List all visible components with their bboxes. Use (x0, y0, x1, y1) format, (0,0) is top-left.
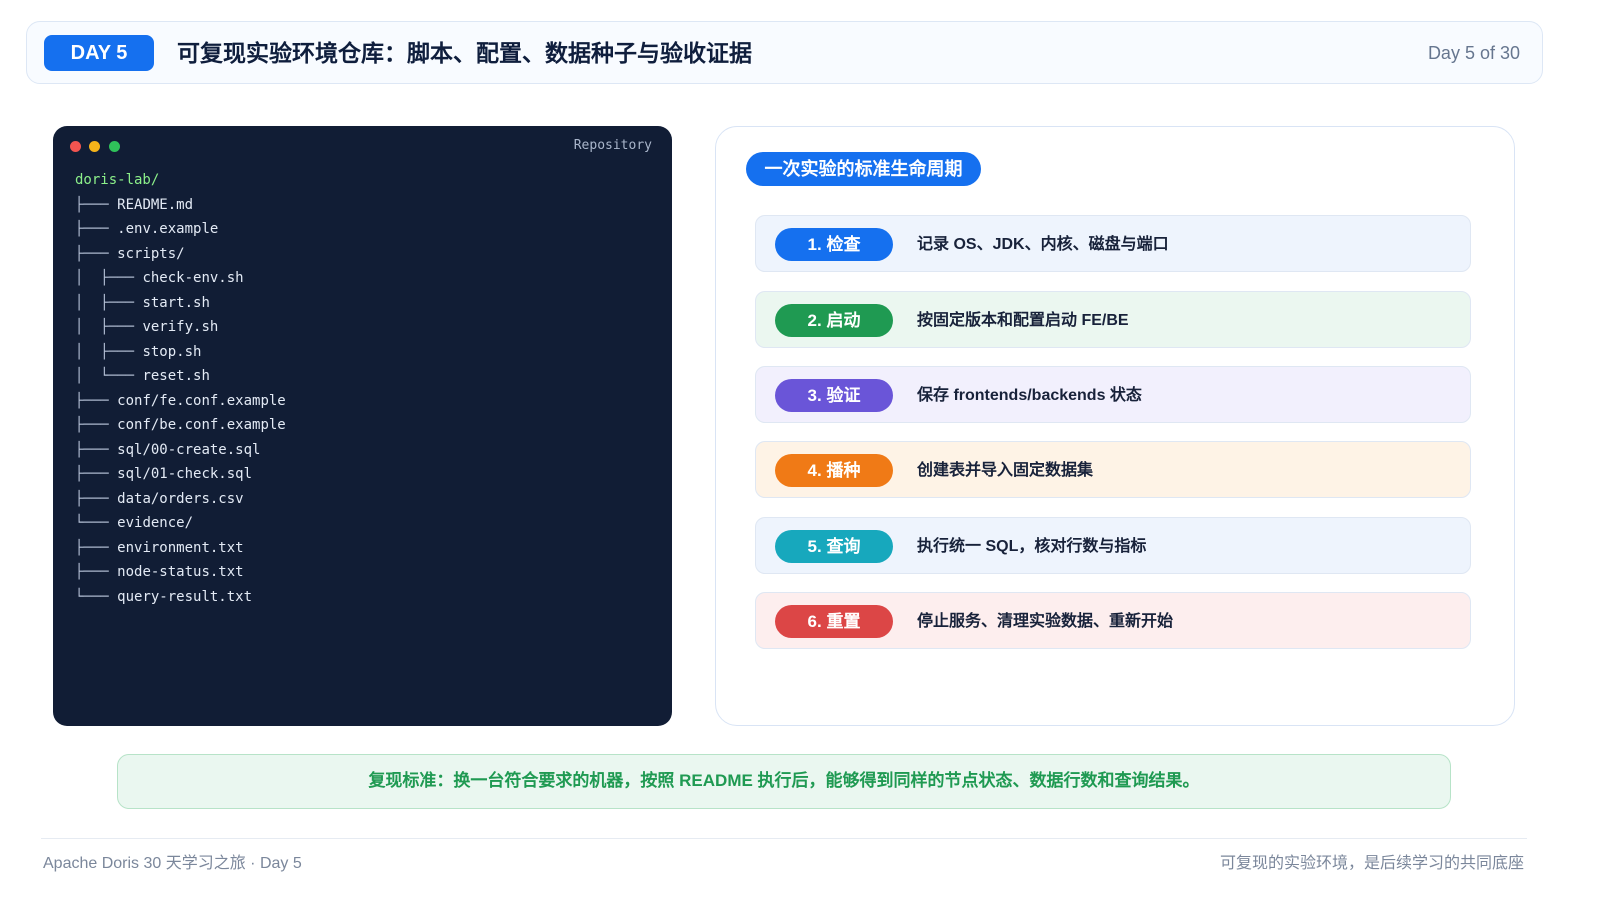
tree-item: ├─── environment.txt (75, 539, 244, 556)
lifecycle-title: 一次实验的标准生命周期 (746, 152, 981, 186)
step-description: 创建表并导入固定数据集 (917, 462, 1094, 479)
step-verify: 3. 验证 保存 frontends/backends 状态 (755, 366, 1471, 423)
reproduction-standard: 复现标准：换一台符合要求的机器，按照 README 执行后，能够得到同样的节点状… (117, 754, 1451, 809)
tree-item: ├─── .env.example (75, 221, 219, 237)
header-bar: DAY 5 可复现实验环境仓库：脚本、配置、数据种子与验收证据 Day 5 of… (26, 21, 1543, 84)
day-counter: Day 5 of 30 (1427, 43, 1520, 63)
tree-item: │ ├─── start.sh (75, 294, 210, 311)
step-label: 3. 验证 (775, 379, 893, 412)
step-label: 2. 启动 (775, 304, 893, 337)
footer-series: Apache Doris 30 天学习之旅 · Day 5 (43, 855, 302, 872)
step-description: 执行统一 SQL，核对行数与指标 (917, 538, 1147, 555)
step-label: 5. 查询 (775, 530, 893, 563)
tree-item: │ ├─── stop.sh (75, 343, 202, 360)
file-tree: doris-lab/ ├─── README.md ├─── .env.exam… (75, 168, 286, 609)
step-description: 按固定版本和配置启动 FE/BE (917, 312, 1129, 329)
tree-item: └─── query-result.txt (75, 588, 253, 605)
close-dot-icon (70, 141, 81, 152)
tree-item: │ └─── reset.sh (75, 368, 210, 384)
step-start: 2. 启动 按固定版本和配置启动 FE/BE (755, 291, 1471, 348)
step-query: 5. 查询 执行统一 SQL，核对行数与指标 (755, 517, 1471, 574)
step-description: 保存 frontends/backends 状态 (917, 387, 1142, 404)
tree-item: ├─── node-status.txt (75, 564, 244, 580)
tree-item: ├─── scripts/ (75, 245, 185, 262)
minimize-dot-icon (89, 141, 100, 152)
tree-item: ├─── sql/01-check.sql (75, 466, 253, 482)
day-badge: DAY 5 (44, 35, 154, 71)
tree-item: ├─── conf/fe.conf.example (75, 392, 286, 409)
step-label: 1. 检查 (775, 228, 893, 261)
step-label: 4. 播种 (775, 454, 893, 487)
lifecycle-panel: 一次实验的标准生命周期 1. 检查 记录 OS、JDK、内核、磁盘与端口 2. … (715, 126, 1515, 726)
footer-divider (41, 838, 1527, 839)
footer-tagline: 可复现的实验环境，是后续学习的共同底座 (1219, 855, 1524, 872)
tree-item: └─── evidence/ (75, 515, 194, 531)
step-description: 记录 OS、JDK、内核、磁盘与端口 (917, 236, 1169, 253)
page-title: 可复现实验环境仓库：脚本、配置、数据种子与验收证据 (177, 40, 752, 66)
tree-root: doris-lab/ (75, 172, 160, 188)
step-reset: 6. 重置 停止服务、清理实验数据、重新开始 (755, 592, 1471, 649)
tree-item: ├─── README.md (75, 196, 194, 213)
step-seed: 4. 播种 创建表并导入固定数据集 (755, 441, 1471, 498)
repository-terminal: Repository doris-lab/ ├─── README.md ├──… (53, 126, 672, 726)
maximize-dot-icon (109, 141, 120, 152)
tree-item: ├─── data/orders.csv (75, 490, 244, 507)
tree-item: ├─── sql/00-create.sql (75, 441, 261, 458)
tree-item: │ ├─── verify.sh (75, 319, 219, 335)
step-label: 6. 重置 (775, 605, 893, 638)
terminal-label: Repository (573, 138, 652, 153)
tree-item: │ ├─── check-env.sh (75, 270, 244, 286)
step-description: 停止服务、清理实验数据、重新开始 (917, 613, 1174, 630)
step-check: 1. 检查 记录 OS、JDK、内核、磁盘与端口 (755, 215, 1471, 272)
tree-item: ├─── conf/be.conf.example (75, 417, 286, 433)
